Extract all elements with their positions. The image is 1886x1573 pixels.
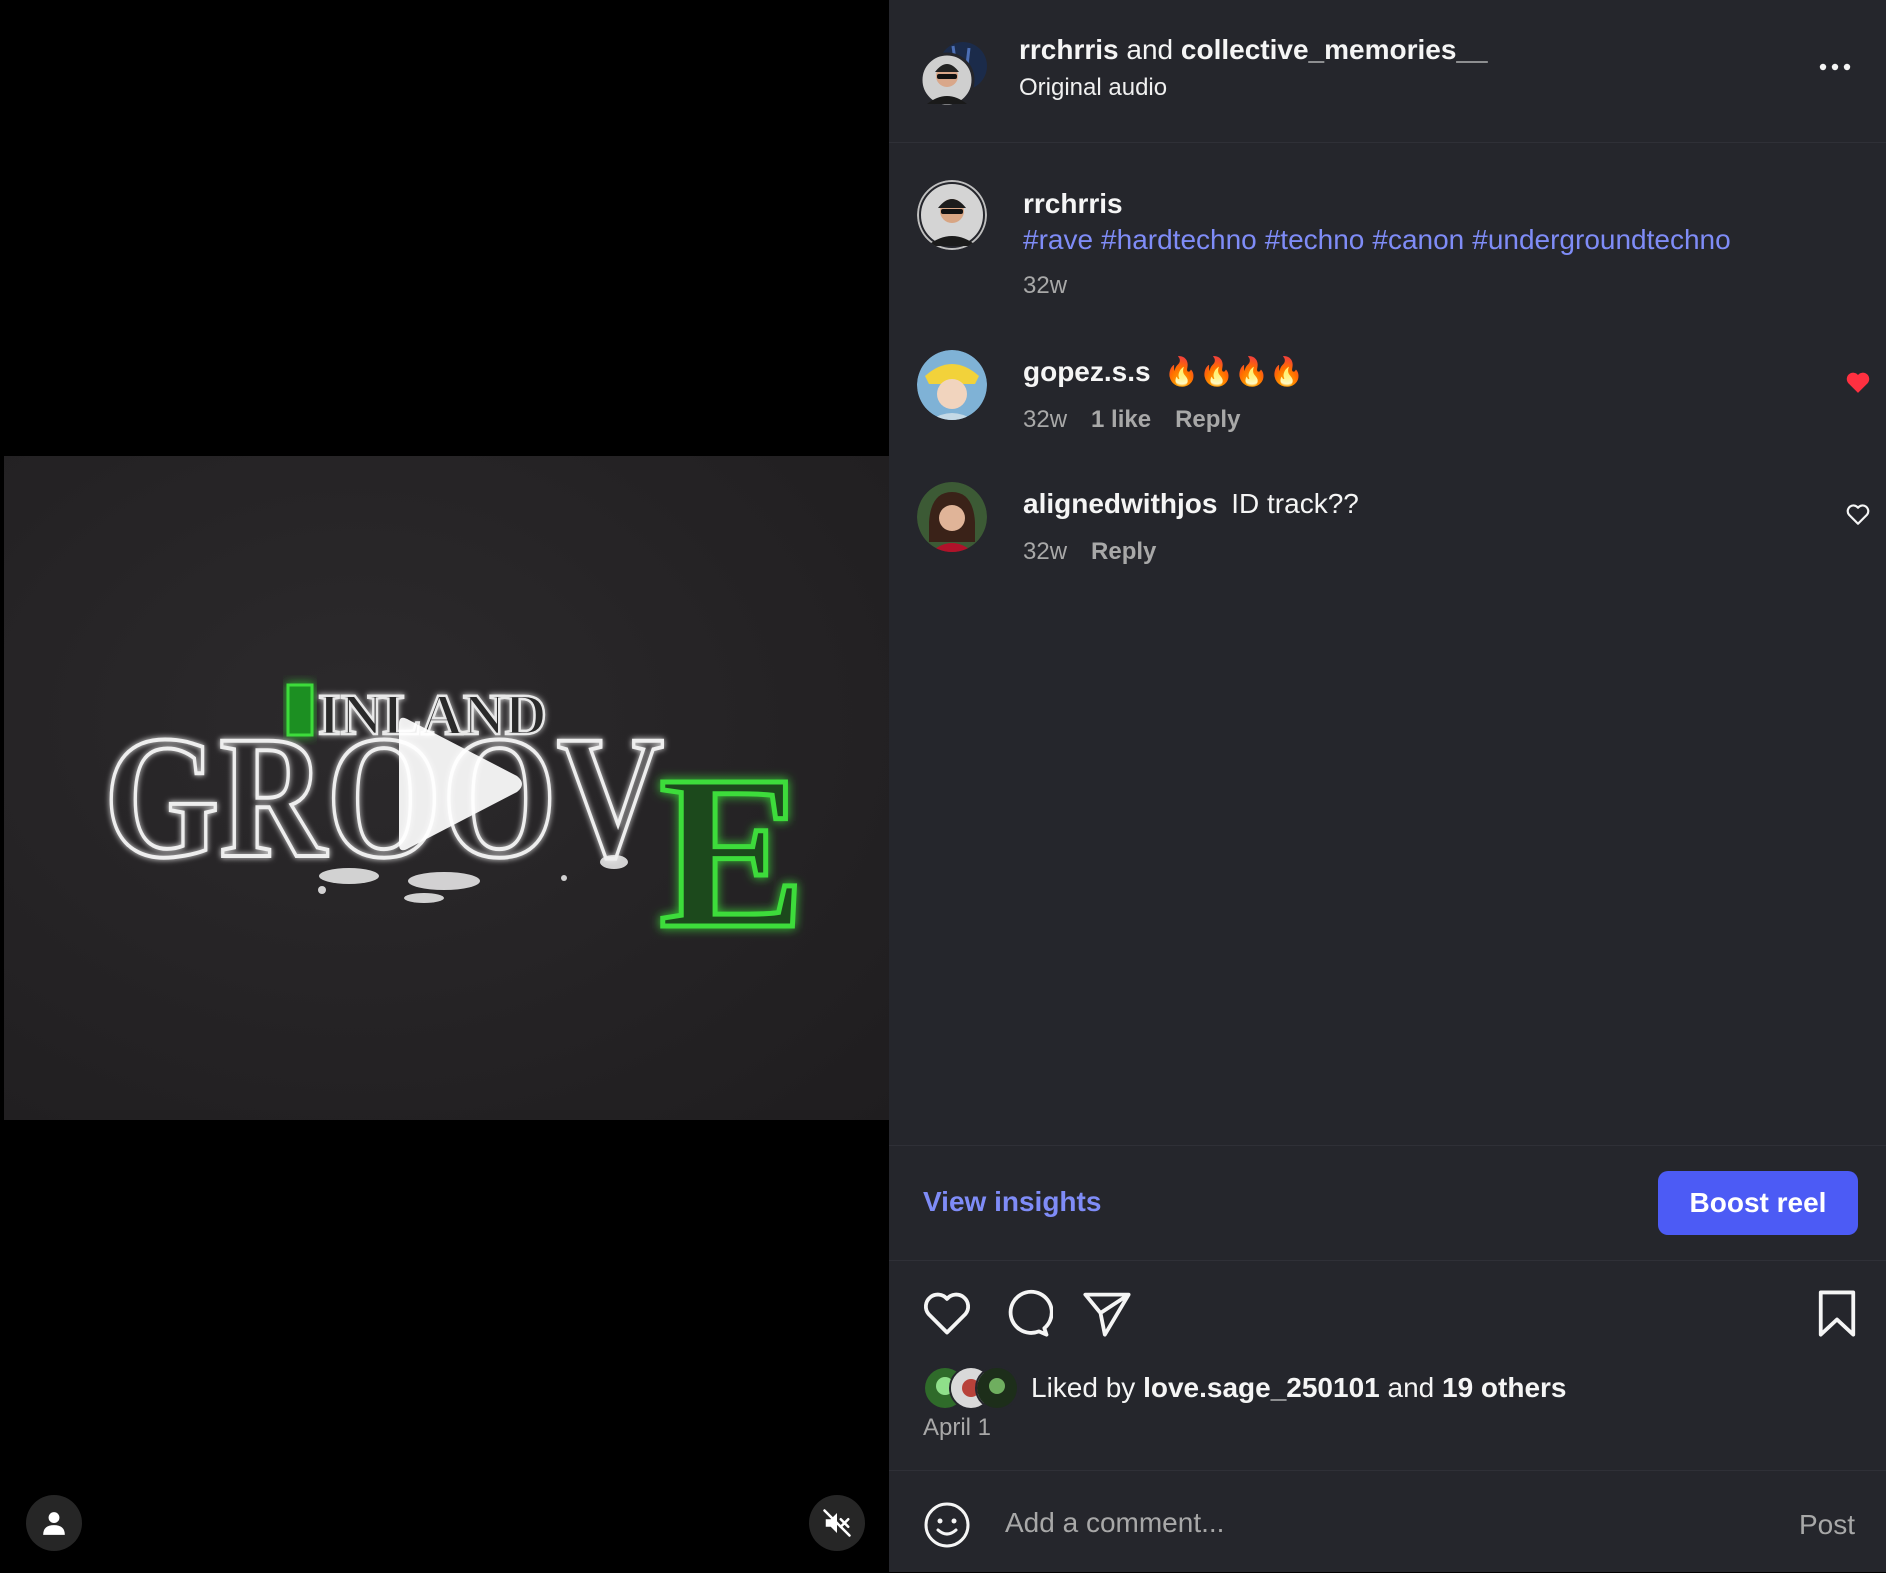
hashtag[interactable]: #hardtechno xyxy=(1101,224,1257,255)
more-horizontal-icon[interactable] xyxy=(1815,52,1855,82)
liked-by-others[interactable]: 19 others xyxy=(1442,1372,1567,1403)
liked-by-user[interactable]: love.sage_250101 xyxy=(1143,1372,1380,1403)
comment-meta: 32w Reply xyxy=(1023,538,1180,566)
hashtag[interactable]: #rave xyxy=(1023,224,1093,255)
caption-meta: 32w xyxy=(1023,272,1091,300)
commenter-avatar[interactable] xyxy=(917,482,987,552)
comment-username[interactable]: gopez.s.s xyxy=(1023,356,1151,387)
comment-icon[interactable] xyxy=(1001,1287,1053,1339)
bookmark-icon[interactable] xyxy=(1811,1287,1863,1339)
collab-avatars[interactable] xyxy=(919,38,989,108)
hashtag[interactable]: #undergroundtechno xyxy=(1472,224,1730,255)
play-icon[interactable] xyxy=(389,714,529,854)
post-details-panel: rrchrris and collective_memories__ Origi… xyxy=(889,0,1886,1572)
caption-timestamp[interactable]: 32w xyxy=(1023,272,1067,299)
authors-conjunction: and xyxy=(1118,34,1181,65)
heart-filled-icon[interactable] xyxy=(1845,370,1871,394)
share-icon[interactable] xyxy=(1081,1287,1133,1339)
comment-body: ID track?? xyxy=(1231,488,1359,519)
comment-timestamp[interactable]: 32w xyxy=(1023,406,1067,433)
comment-meta: 32w 1 like Reply xyxy=(1023,406,1264,434)
logo-neon-e: E xyxy=(659,730,806,974)
liked-by-prefix: Liked by xyxy=(1031,1372,1144,1403)
commenter-avatar[interactable] xyxy=(917,350,987,420)
collaborator-username[interactable]: collective_memories__ xyxy=(1181,34,1488,65)
emoji-icon[interactable] xyxy=(923,1501,971,1549)
post-comment-button[interactable]: Post xyxy=(1799,1509,1855,1541)
comment-timestamp[interactable]: 32w xyxy=(1023,538,1067,565)
reel-media-area: INLAND GROOV E xyxy=(0,0,889,1572)
audio-label[interactable]: Original audio xyxy=(1019,74,1167,102)
view-insights-link[interactable]: View insights xyxy=(923,1186,1101,1218)
author-username[interactable]: rrchrris xyxy=(1019,34,1119,65)
caption-avatar[interactable] xyxy=(917,180,987,250)
hashtag[interactable]: #techno xyxy=(1265,224,1365,255)
comment-username[interactable]: alignedwithjos xyxy=(1023,488,1217,519)
liked-by-text[interactable]: Liked by love.sage_250101 and 19 others xyxy=(1031,1372,1567,1404)
comment-bar: Post xyxy=(889,1470,1886,1573)
profile-button[interactable] xyxy=(26,1495,82,1551)
comment-like-count[interactable]: 1 like xyxy=(1091,406,1151,433)
hashtag[interactable]: #canon xyxy=(1372,224,1464,255)
caption-username[interactable]: rrchrris xyxy=(1023,188,1123,219)
boost-reel-button[interactable]: Boost reel xyxy=(1658,1171,1858,1235)
post-authors: rrchrris and collective_memories__ xyxy=(1019,34,1488,66)
insights-bar: View insights Boost reel xyxy=(889,1145,1886,1261)
post-date[interactable]: April 1 xyxy=(923,1414,991,1442)
speaker-muted-icon xyxy=(823,1509,851,1537)
comment-text: gopez.s.s 🔥🔥🔥🔥 xyxy=(1023,354,1663,390)
mute-button[interactable] xyxy=(809,1495,865,1551)
liker-avatar xyxy=(975,1366,1019,1410)
caption-text: rrchrris #rave #hardtechno #techno #canon #u… xyxy=(1023,186,1731,258)
reply-button[interactable]: Reply xyxy=(1091,538,1156,565)
heart-outline-icon[interactable] xyxy=(1845,502,1871,526)
comment-body: 🔥🔥🔥🔥 xyxy=(1164,356,1304,387)
comment-text: alignedwithjos ID track?? xyxy=(1023,486,1663,522)
reply-button[interactable]: Reply xyxy=(1175,406,1240,433)
video-frame[interactable]: INLAND GROOV E xyxy=(4,456,889,1120)
like-icon[interactable] xyxy=(921,1287,973,1339)
comment-input[interactable] xyxy=(1003,1497,1667,1549)
logo-main-text: GROOV xyxy=(104,700,664,895)
post-header: rrchrris and collective_memories__ Origi… xyxy=(889,0,1886,143)
liked-by-middle: and xyxy=(1379,1372,1442,1403)
user-icon xyxy=(43,1512,65,1535)
